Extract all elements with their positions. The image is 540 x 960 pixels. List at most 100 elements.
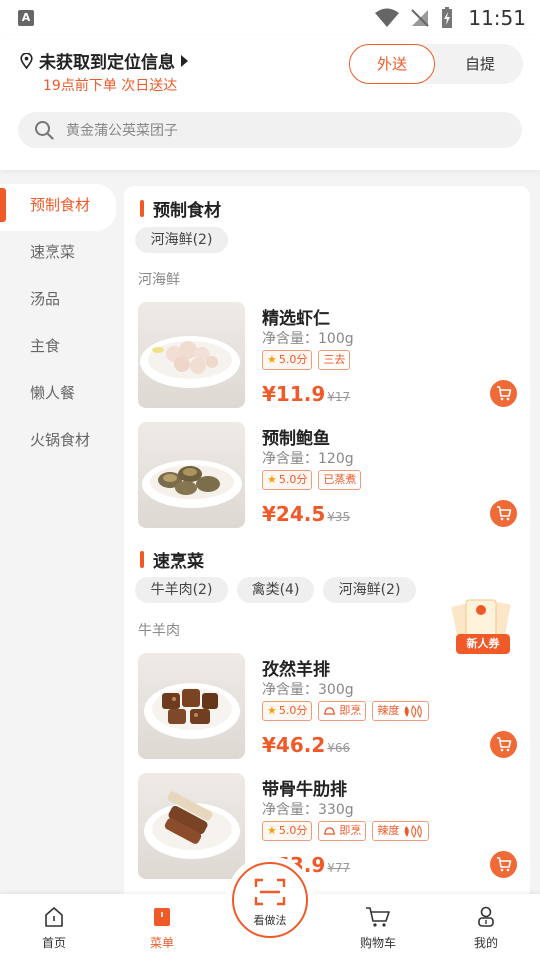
mode-delivery-button[interactable]: 外送: [349, 44, 435, 84]
add-to-cart-button[interactable]: [490, 500, 517, 527]
location-pin-icon: [20, 52, 33, 69]
product-spec: 净含量：300g: [262, 682, 354, 698]
product-card[interactable]: 预制鲍鱼 净含量：120g ★ 5.0分 已蒸煮 ¥24.5 ¥35: [138, 422, 518, 530]
cart-icon: [366, 907, 390, 927]
scan-button-label: 看做法: [253, 914, 287, 927]
filter-chip[interactable]: 牛羊肉(2): [135, 577, 228, 603]
location-selector[interactable]: 未获取到定位信息: [20, 48, 188, 73]
section-title: 预制食材: [153, 201, 221, 221]
mode-pickup-button[interactable]: 自提: [437, 44, 523, 84]
star-icon: ★: [267, 704, 277, 717]
rating-badge: ★ 5.0分: [262, 350, 313, 370]
top-header: 未获取到定位信息 19点前下单 次日送达 外送 自提 黄金蒲公英菜团子: [0, 36, 540, 170]
sidebar-item-lazy-meals[interactable]: 懒人餐: [0, 372, 118, 419]
user-icon: [478, 906, 494, 927]
pot-icon: [324, 707, 336, 715]
subcategory-label: 河海鲜: [138, 272, 180, 288]
original-price: ¥35: [327, 510, 351, 524]
spice-tag: 辣度: [372, 821, 430, 841]
coupon-label: 新人券: [456, 634, 510, 654]
category-sidebar: 预制食材 速烹菜 汤品 主食 懒人餐 火锅食材: [0, 184, 118, 890]
product-card[interactable]: 孜然羊排 净含量：300g ★ 5.0分 即烹 辣度 ¥46.2 ¥66: [138, 653, 518, 761]
new-user-coupon[interactable]: 新人券: [446, 596, 520, 658]
product-tags: ★ 5.0分 即烹 辣度: [262, 821, 435, 841]
location-text: 未获取到定位信息: [39, 53, 175, 73]
product-name: 带骨牛肋排: [262, 780, 347, 800]
cart-icon: [496, 386, 511, 401]
filter-chip[interactable]: 河海鲜(2): [323, 577, 416, 603]
product-image-beef-ribs: [138, 773, 245, 879]
pot-icon: [324, 827, 336, 835]
tab-label: 首页: [41, 936, 66, 950]
cart-icon: [496, 506, 511, 521]
star-icon: ★: [267, 824, 277, 837]
add-to-cart-button[interactable]: [490, 380, 517, 407]
scan-icon: [254, 878, 286, 906]
original-price: ¥66: [327, 741, 351, 755]
tab-cart[interactable]: 购物车: [333, 894, 423, 960]
spice-tag-label: 辣度: [377, 704, 400, 717]
price-group: ¥46.2 ¥66: [262, 733, 350, 757]
feature-tag: 即烹: [318, 821, 367, 841]
sidebar-item-soups[interactable]: 汤品: [0, 278, 118, 325]
product-name: 精选虾仁: [262, 309, 330, 329]
status-bar: A 11:51: [0, 0, 540, 36]
add-to-cart-button[interactable]: [490, 731, 517, 758]
rating-value: 5.0分: [278, 353, 308, 366]
sidebar-item-hotpot[interactable]: 火锅食材: [0, 419, 118, 466]
product-image-lamb-chops: [138, 653, 245, 759]
product-image-abalone: [138, 422, 245, 528]
rating-value: 5.0分: [278, 473, 308, 486]
star-icon: ★: [267, 353, 277, 366]
original-price: ¥17: [327, 390, 351, 404]
product-card[interactable]: 带骨牛肋排 净含量：330g ★ 5.0分 即烹 辣度 ¥53.9 ¥77: [138, 773, 518, 881]
sidebar-item-staples[interactable]: 主食: [0, 325, 118, 372]
product-spec: 净含量：100g: [262, 331, 354, 347]
rating-badge: ★ 5.0分: [262, 821, 313, 841]
battery-icon: [442, 7, 453, 28]
no-signal-icon: [411, 9, 430, 27]
product-tags: ★ 5.0分 即烹 辣度: [262, 701, 435, 721]
search-placeholder: 黄金蒲公英菜团子: [66, 123, 178, 139]
product-tags: ★ 5.0分 已蒸煮: [262, 470, 367, 490]
product-card[interactable]: 精选虾仁 净含量：100g ★ 5.0分 三去 ¥11.9 ¥17: [138, 302, 518, 410]
how-to-cook-scan-button[interactable]: 看做法: [232, 862, 308, 938]
filter-chip[interactable]: 禽类(4): [237, 577, 314, 603]
rating-value: 5.0分: [278, 704, 308, 717]
chili-icon: [405, 705, 423, 718]
product-image-shrimp: [138, 302, 245, 408]
feature-tag: 即烹: [318, 701, 367, 721]
tab-label: 菜单: [149, 936, 174, 950]
current-price: ¥11.9: [262, 382, 326, 406]
menu-icon: [154, 908, 170, 926]
filter-chip[interactable]: 河海鲜(2): [135, 227, 228, 253]
feature-tag-label: 即烹: [339, 824, 362, 837]
cart-icon: [496, 857, 511, 872]
sidebar-item-prepared-ingredients[interactable]: 预制食材: [0, 184, 116, 231]
price-group: ¥24.5 ¥35: [262, 502, 350, 526]
product-spec: 净含量：120g: [262, 451, 354, 467]
feature-tag-label: 即烹: [339, 704, 362, 717]
price-group: ¥11.9 ¥17: [262, 382, 350, 406]
app-notification-icon: A: [18, 10, 34, 26]
add-to-cart-button[interactable]: [490, 851, 517, 878]
star-icon: ★: [267, 473, 277, 486]
product-name: 孜然羊排: [262, 660, 330, 680]
home-icon: [45, 907, 63, 927]
spice-tag-label: 辣度: [377, 824, 400, 837]
current-price: ¥46.2: [262, 733, 326, 757]
search-input[interactable]: 黄金蒲公英菜团子: [18, 112, 522, 148]
original-price: ¥77: [327, 861, 351, 875]
feature-tag: 三去: [318, 350, 351, 370]
rating-badge: ★ 5.0分: [262, 701, 313, 721]
product-name: 预制鲍鱼: [262, 429, 330, 449]
tab-profile[interactable]: 我的: [441, 894, 531, 960]
product-spec: 净含量：330g: [262, 802, 354, 818]
sidebar-item-quick-dishes[interactable]: 速烹菜: [0, 231, 118, 278]
section-header: 预制食材: [140, 196, 221, 221]
tab-home[interactable]: 首页: [9, 894, 99, 960]
tab-menu[interactable]: 菜单: [117, 894, 207, 960]
section-accent-bar: [140, 551, 144, 568]
wifi-icon: [375, 8, 400, 27]
status-icons: 11:51: [374, 5, 526, 31]
